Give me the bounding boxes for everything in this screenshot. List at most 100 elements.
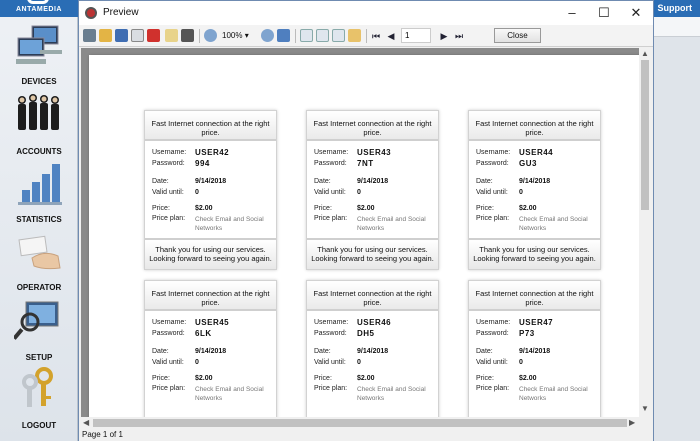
two-pages-icon[interactable] — [316, 29, 329, 42]
sidebar-item-setup[interactable]: SETUP — [0, 298, 78, 364]
close-button[interactable]: Close — [494, 28, 541, 43]
edit-icon[interactable] — [348, 29, 361, 42]
price-label: Price: — [314, 375, 332, 382]
price-value: $2.00 — [195, 375, 213, 382]
export-icon[interactable] — [131, 29, 144, 42]
brand-logo: ANTAMEDIA — [0, 0, 78, 17]
date-value: 9/14/2018 — [357, 348, 389, 355]
price-value: $2.00 — [519, 375, 537, 382]
email-icon[interactable] — [165, 29, 178, 42]
date-label: Date: — [476, 348, 493, 355]
sidebar-item-operator[interactable]: OPERATOR — [0, 228, 78, 294]
toolbar-divider — [366, 29, 367, 43]
valid-until-label: Valid until: — [152, 189, 184, 196]
next-page-icon[interactable]: ▶ — [439, 29, 449, 43]
sidebar-item-label: LOGOUT — [21, 421, 57, 430]
valid-until-value: 0 — [357, 359, 361, 366]
zoom-in-icon[interactable] — [204, 29, 217, 42]
price-plan-value: Check Email and Social Networks — [357, 386, 426, 402]
voucher-ticket: Fast Internet connection at the right pr… — [144, 110, 277, 270]
price-plan-value: Check Email and Social Networks — [195, 386, 264, 402]
scroll-down-icon[interactable]: ▼ — [641, 404, 649, 413]
sidebar-item-logout[interactable]: LOGOUT — [0, 366, 78, 432]
fit-page-icon[interactable] — [277, 29, 290, 42]
price-label: Price: — [476, 205, 494, 212]
username-value: USER46 — [357, 318, 392, 327]
preview-area: Fast Internet connection at the right pr… — [81, 48, 651, 417]
window-titlebar: Preview – ☐ ✕ — [79, 1, 653, 25]
ticket-footer: Thank you for using our services. Lookin… — [469, 238, 600, 269]
app-sidebar: ANTAMEDIA DEVICES ACCOUNTS STATISTICS OP… — [0, 0, 78, 441]
computers-icon — [16, 25, 62, 64]
username-label: Username: — [314, 319, 349, 326]
date-value: 9/14/2018 — [357, 178, 389, 185]
page-number-input[interactable]: 1 — [401, 28, 431, 43]
scroll-up-icon[interactable]: ▲ — [641, 49, 649, 58]
price-plan-label: Price plan: — [152, 385, 186, 392]
price-plan-label: Price plan: — [314, 215, 348, 222]
valid-until-value: 0 — [357, 189, 361, 196]
price-plan-value: Check Email and Social Networks — [195, 216, 264, 232]
prev-page-icon[interactable]: ◀ — [386, 29, 396, 43]
voucher-ticket: Fast Internet connection at the right pr… — [468, 280, 601, 417]
password-label: Password: — [314, 330, 347, 337]
price-value: $2.00 — [357, 375, 375, 382]
ticket-header: Fast Internet connection at the right pr… — [469, 111, 600, 141]
date-label: Date: — [152, 178, 169, 185]
vertical-scrollbar[interactable]: ▲ ▼ — [639, 48, 651, 417]
password-label: Password: — [314, 160, 347, 167]
sidebar-item-devices[interactable]: DEVICES — [0, 22, 78, 88]
sidebar-item-label: STATISTICS — [16, 215, 62, 224]
sidebar-item-statistics[interactable]: STATISTICS — [0, 160, 78, 226]
open-icon[interactable] — [99, 29, 112, 42]
password-label: Password: — [152, 160, 185, 167]
horizontal-scrollbar[interactable]: ◀ ▶ — [81, 417, 639, 429]
support-link[interactable]: Support — [650, 0, 700, 17]
date-label: Date: — [152, 348, 169, 355]
hand-card-icon — [18, 235, 61, 270]
last-page-icon[interactable]: ⏭ — [454, 29, 464, 43]
ticket-footer: Thank you for using our services. Lookin… — [145, 238, 276, 269]
valid-until-value: 0 — [195, 359, 199, 366]
bar-chart-icon — [18, 164, 62, 205]
minimize-button[interactable]: – — [557, 3, 587, 23]
ticket-footer: Thank you for using our services. Lookin… — [307, 238, 438, 269]
scroll-right-icon[interactable]: ▶ — [629, 418, 635, 427]
username-value: USER47 — [519, 318, 554, 327]
vertical-scroll-thumb[interactable] — [641, 60, 649, 210]
find-icon[interactable] — [181, 29, 194, 42]
brand-glyph-icon — [27, 0, 49, 4]
price-plan-value: Check Email and Social Networks — [519, 386, 588, 402]
first-page-icon[interactable]: ⏮ — [371, 29, 381, 43]
app-icon — [85, 7, 97, 19]
sidebar-item-accounts[interactable]: ACCOUNTS — [0, 92, 78, 158]
horizontal-scroll-thumb[interactable] — [93, 419, 627, 427]
date-value: 9/14/2018 — [519, 178, 551, 185]
preview-window: Preview – ☐ ✕ 100% ▾ ⏮ ◀ 1 ▶ ⏭ Close Fas… — [78, 0, 654, 441]
sidebar-item-label: ACCOUNTS — [16, 147, 62, 156]
valid-until-label: Valid until: — [476, 359, 508, 366]
zoom-out-icon[interactable] — [261, 29, 274, 42]
pdf-icon[interactable] — [147, 29, 160, 42]
toolbar-divider — [199, 29, 200, 43]
scroll-left-icon[interactable]: ◀ — [83, 418, 89, 427]
single-page-icon[interactable] — [300, 29, 313, 42]
save-icon[interactable] — [115, 29, 128, 42]
sidebar-item-label: DEVICES — [21, 77, 57, 86]
password-label: Password: — [476, 330, 509, 337]
username-value: USER45 — [195, 318, 230, 327]
toolbar-divider — [295, 29, 296, 43]
ticket-header: Fast Internet connection at the right pr… — [145, 281, 276, 311]
close-window-button[interactable]: ✕ — [621, 3, 651, 23]
print-icon[interactable] — [83, 29, 96, 42]
date-value: 9/14/2018 — [195, 178, 227, 185]
maximize-button[interactable]: ☐ — [589, 3, 619, 23]
valid-until-value: 0 — [195, 189, 199, 196]
monitor-magnifier-icon — [14, 301, 59, 340]
date-value: 9/14/2018 — [519, 348, 551, 355]
price-label: Price: — [314, 205, 332, 212]
password-value: 6LK — [195, 329, 212, 338]
multi-pages-icon[interactable] — [332, 29, 345, 42]
brand-name: ANTAMEDIA — [16, 6, 62, 13]
zoom-select[interactable]: 100% ▾ — [222, 31, 249, 40]
